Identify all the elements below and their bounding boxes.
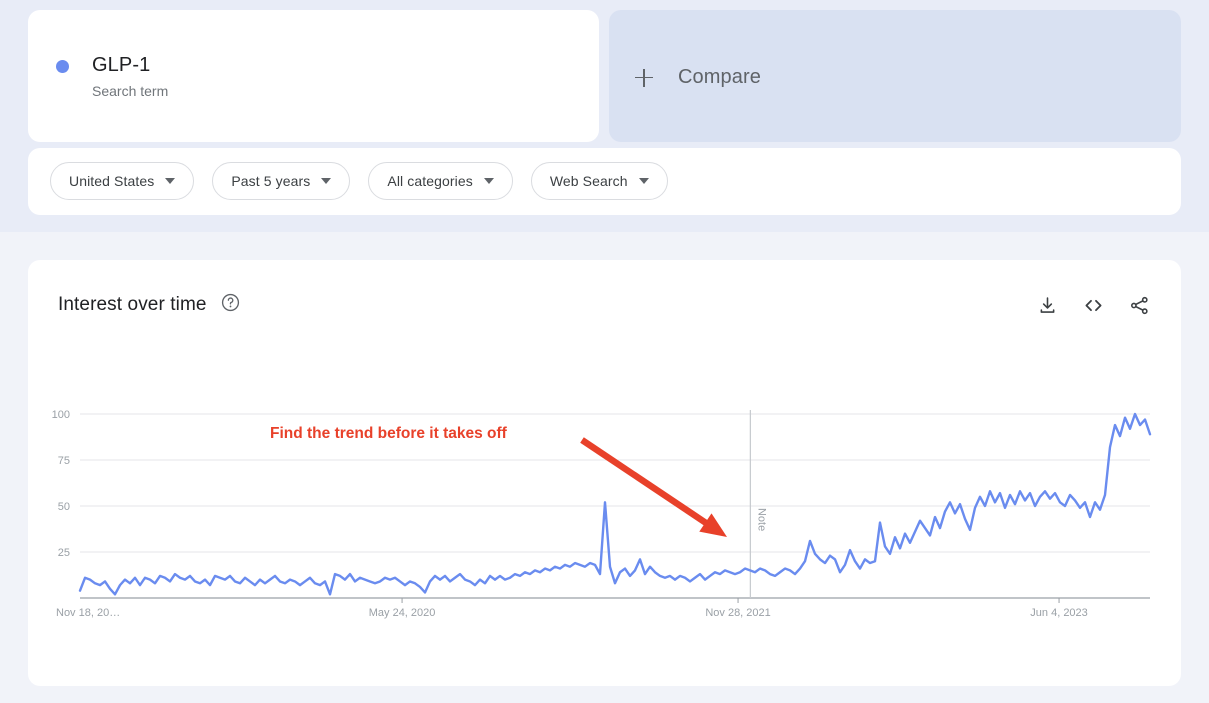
download-icon[interactable] xyxy=(1035,293,1059,317)
compare-card[interactable]: Compare xyxy=(609,10,1181,142)
filter-chip-timerange-label: Past 5 years xyxy=(231,173,311,189)
svg-text:Nov 28, 2021: Nov 28, 2021 xyxy=(705,607,770,619)
interest-over-time-card: Interest over time 25 50 75 100 Nov 18, … xyxy=(28,260,1181,686)
chevron-down-icon xyxy=(165,178,176,184)
chevron-down-icon xyxy=(638,178,649,184)
help-circle-icon[interactable] xyxy=(221,293,240,317)
svg-text:Note: Note xyxy=(755,508,767,531)
chart-actions xyxy=(1035,293,1151,317)
filter-chip-category-label: All categories xyxy=(387,173,473,189)
chart-title-wrap: Interest over time xyxy=(58,293,240,317)
plus-icon xyxy=(635,68,653,87)
search-term-subtitle: Search term xyxy=(92,83,169,99)
svg-text:Find the trend before it takes: Find the trend before it takes off xyxy=(270,425,508,442)
filter-bar: United States Past 5 years All categorie… xyxy=(28,148,1181,215)
svg-text:25: 25 xyxy=(58,547,70,559)
svg-text:May 24, 2020: May 24, 2020 xyxy=(369,607,436,619)
search-term-title: GLP-1 xyxy=(92,54,151,76)
chart-header: Interest over time xyxy=(58,290,1151,320)
search-term-row: GLP-1 Search term xyxy=(56,52,168,101)
compare-label: Compare xyxy=(678,66,761,88)
chart-title: Interest over time xyxy=(58,294,207,315)
svg-text:75: 75 xyxy=(58,455,70,467)
series-color-dot-icon xyxy=(56,60,69,73)
svg-text:100: 100 xyxy=(52,409,70,421)
chevron-down-icon xyxy=(321,178,332,184)
svg-text:Jun 4, 2023: Jun 4, 2023 xyxy=(1030,607,1088,619)
filter-chip-category[interactable]: All categories xyxy=(368,162,513,200)
filter-chip-location[interactable]: United States xyxy=(50,162,195,200)
filter-chip-location-label: United States xyxy=(69,173,155,189)
filter-chip-timerange[interactable]: Past 5 years xyxy=(212,162,351,200)
filter-chips: United States Past 5 years All categorie… xyxy=(50,162,668,200)
search-term-texts: GLP-1 Search term xyxy=(92,52,168,101)
svg-text:50: 50 xyxy=(58,501,70,513)
filter-chip-searchtype[interactable]: Web Search xyxy=(530,162,668,200)
svg-text:Nov 18, 20…: Nov 18, 20… xyxy=(56,607,120,619)
embed-code-icon[interactable] xyxy=(1081,293,1105,317)
share-icon[interactable] xyxy=(1127,293,1151,317)
compare-inner: Compare xyxy=(635,66,761,89)
chevron-down-icon xyxy=(483,178,494,184)
filter-chip-searchtype-label: Web Search xyxy=(549,173,628,189)
trends-page: GLP-1 Search term Compare United States … xyxy=(0,0,1209,703)
chart-plot-area: 25 50 75 100 Nov 18, 20… May 24, 2020 Nov 28, … xyxy=(28,260,1181,686)
search-term-card[interactable]: GLP-1 Search term xyxy=(28,10,599,142)
interest-over-time-svg: 25 50 75 100 Nov 18, 20… May 24, 2020 Nov 28, … xyxy=(52,409,1152,619)
